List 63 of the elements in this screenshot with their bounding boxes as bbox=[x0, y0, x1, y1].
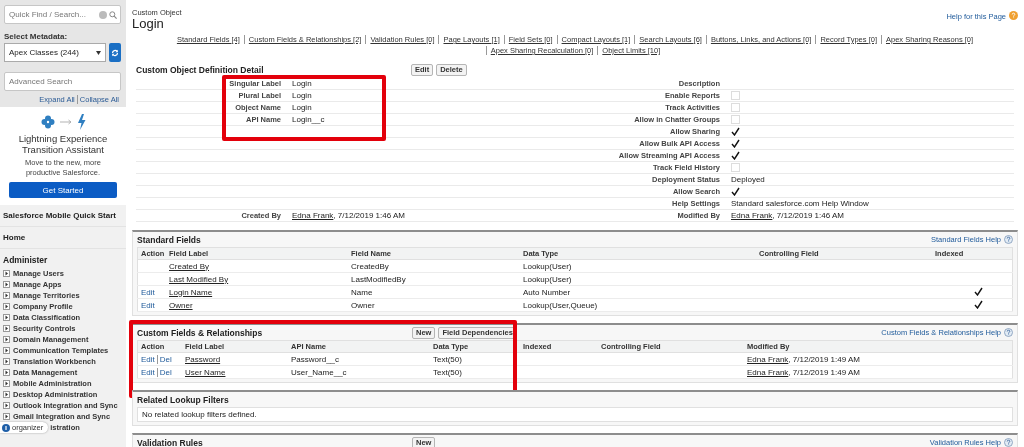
page-title: Login bbox=[132, 17, 164, 31]
user-date-text: Edna Frank, 7/12/2019 1:46 AM bbox=[292, 211, 405, 220]
metadata-select[interactable]: Apex Classes (244) bbox=[4, 43, 106, 62]
get-started-button[interactable]: Get Started bbox=[9, 182, 117, 198]
table-cell: User_Name__c bbox=[288, 365, 430, 379]
sidebar-heading: Administer bbox=[2, 254, 49, 267]
table-cell: LastModifiedBy bbox=[348, 272, 520, 286]
section-title: Custom Object Definition Detail bbox=[136, 64, 265, 75]
help-icon bbox=[1009, 11, 1018, 20]
field-link[interactable]: Created By bbox=[169, 261, 210, 271]
user-date-text: Edna Frank, 7/12/2019 1:46 AM bbox=[731, 211, 844, 220]
lightning-icon bbox=[76, 114, 86, 130]
field-link[interactable]: Login Name bbox=[169, 287, 213, 297]
promo-title: Lightning Experience Transition Assistant bbox=[17, 133, 109, 155]
field-value: Deployed bbox=[731, 175, 765, 184]
table-cell: CreatedBy bbox=[348, 259, 520, 273]
refresh-icon bbox=[111, 48, 119, 57]
field-value: Login bbox=[292, 103, 312, 112]
search-icon bbox=[109, 10, 117, 19]
search-field[interactable]: Advanced Search bbox=[4, 72, 121, 91]
field-link[interactable]: Password bbox=[185, 354, 221, 364]
field-label: Select Metadata: bbox=[4, 32, 69, 41]
search-field[interactable]: Quick Find / Search... bbox=[4, 5, 121, 24]
section-title: Standard Fields bbox=[137, 234, 202, 245]
clear-icon bbox=[99, 10, 107, 19]
refresh-button[interactable] bbox=[109, 43, 121, 62]
table-cell: Text(50) bbox=[430, 352, 520, 366]
field-value: Login bbox=[292, 79, 312, 88]
table-cell: Lookup(User,Queue) bbox=[520, 298, 756, 312]
field-value: Login bbox=[292, 91, 312, 100]
table-cell: Owner bbox=[348, 298, 520, 312]
caret-icon bbox=[96, 50, 101, 55]
table-cell: Text(50) bbox=[430, 365, 520, 379]
table-cell: Name bbox=[348, 285, 520, 299]
action-link[interactable]: Edit bbox=[141, 354, 157, 364]
table-cell: Password__c bbox=[288, 352, 430, 366]
sidebar-link[interactable]: Home bbox=[0, 227, 126, 249]
arrow-icon bbox=[58, 119, 73, 125]
action-link[interactable]: Del bbox=[156, 354, 174, 364]
flower-icon bbox=[40, 115, 55, 129]
field-link[interactable]: Last Modified By bbox=[169, 274, 229, 284]
action-link[interactable]: Del bbox=[156, 367, 174, 377]
empty-message: No related lookup filters defined. bbox=[142, 410, 257, 419]
field-link[interactable]: User Name bbox=[185, 367, 226, 377]
user-date-text: Edna Frank, 7/12/2019 1:49 AM bbox=[747, 367, 860, 377]
action-link[interactable]: Edit bbox=[141, 367, 157, 377]
help-icon bbox=[1004, 438, 1013, 447]
sidebar-link[interactable]: Salesforce Mobile Quick Start bbox=[0, 205, 126, 227]
section-title: Custom Fields & Relationships bbox=[137, 327, 264, 338]
help-icon bbox=[1004, 328, 1013, 337]
field-link[interactable]: Owner bbox=[169, 300, 193, 310]
table-cell: Lookup(User) bbox=[520, 272, 756, 286]
user-date-text: Edna Frank, 7/12/2019 1:49 AM bbox=[747, 354, 860, 364]
table-cell: Auto Number bbox=[520, 285, 756, 299]
table-cell: Lookup(User) bbox=[520, 259, 756, 273]
field-value: Login__c bbox=[292, 115, 325, 124]
field-value: Standard salesforce.com Help Window bbox=[731, 199, 869, 208]
action-link[interactable]: Edit bbox=[141, 300, 157, 310]
section-title: Related Lookup Filters bbox=[137, 394, 230, 405]
organizer-icon bbox=[2, 423, 10, 432]
action-link[interactable]: Edit bbox=[141, 287, 157, 297]
help-icon bbox=[1004, 235, 1013, 244]
section-title: Validation Rules bbox=[137, 437, 204, 447]
